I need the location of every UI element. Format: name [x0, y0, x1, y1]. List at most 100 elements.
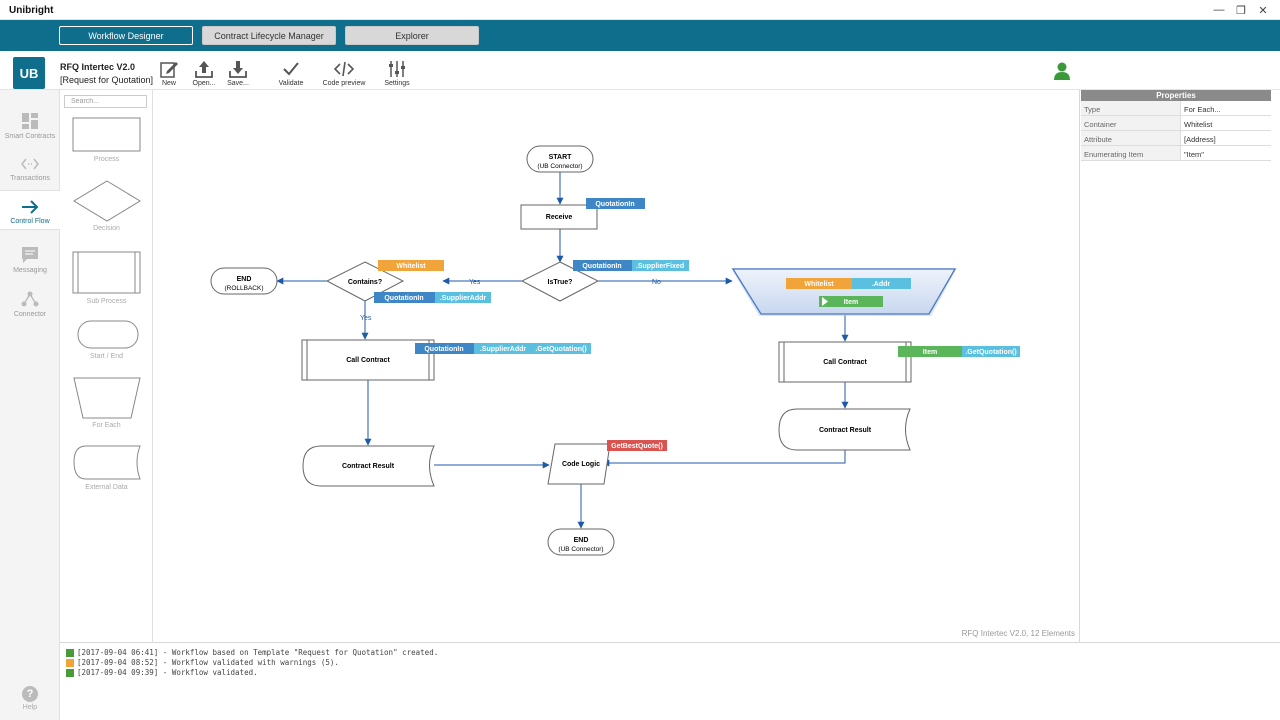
toolbar: UB RFQ Intertec V2.0 [Request for Quotat… — [0, 51, 1280, 90]
end-rollback-node[interactable]: END (ROLLBACK) — [210, 267, 278, 295]
edge-label-yes-istrue: Yes — [469, 279, 481, 286]
help-button[interactable]: ? Help — [20, 686, 40, 711]
project-template: [Request for Quotation] — [60, 75, 154, 85]
palette-item-start-end[interactable]: Start / End — [60, 320, 153, 360]
end-rollback-label: END — [237, 276, 252, 283]
validate-label: Validate — [278, 80, 304, 87]
palette-item-external-data[interactable]: External Data — [60, 445, 153, 491]
edge-label-yes-contains: Yes — [360, 315, 372, 322]
window-controls: — ❐ ✕ — [1210, 2, 1272, 18]
restore-icon[interactable]: ❐ — [1232, 2, 1250, 18]
tag-supplier-addr-call[interactable]: .SupplierAddr — [474, 343, 532, 354]
edge-result-codelogic-right — [602, 450, 846, 467]
sidebar-item-transactions[interactable]: Transactions — [0, 156, 60, 182]
new-label: New — [161, 80, 176, 87]
arrows-icon — [21, 158, 39, 170]
save-button[interactable]: Save... — [218, 59, 258, 87]
settings-button[interactable]: Settings — [377, 59, 417, 87]
workflow-canvas[interactable]: Yes Yes No START (UB Connector) Receive … — [153, 90, 1079, 642]
tag-get-best-quote[interactable]: GetBestQuote() — [607, 440, 667, 451]
palette-label-external-data: External Data — [85, 484, 128, 491]
process-shape-icon — [72, 117, 140, 152]
minimize-icon[interactable]: — — [1210, 2, 1228, 18]
tag-get-quotation-right[interactable]: .GetQuotation() — [962, 346, 1020, 357]
receive-label: Receive — [546, 214, 573, 221]
end-rollback-sublabel: (ROLLBACK) — [224, 285, 263, 292]
property-row-type[interactable]: Type For Each... — [1081, 101, 1271, 116]
unibright-logo: UB — [13, 57, 45, 89]
tag-text: .GetQuotation() — [965, 349, 1016, 356]
tab-workflow-designer[interactable]: Workflow Designer — [59, 26, 193, 45]
palette-item-decision[interactable]: Decision — [60, 180, 153, 232]
tag-quotation-in-call[interactable]: QuotationIn — [415, 343, 474, 354]
sidebar-item-connector[interactable]: Connector — [0, 290, 60, 318]
palette-item-for-each[interactable]: For Each — [60, 377, 153, 429]
end-ub-node[interactable]: END (UB Connector) — [547, 528, 615, 556]
arrow-right-icon — [22, 200, 39, 214]
warning-status-icon — [66, 658, 74, 667]
call-contract-right-node[interactable]: Call Contract — [778, 341, 912, 383]
code-logic-node[interactable]: Code Logic — [547, 443, 611, 485]
property-value[interactable]: Whitelist — [1181, 116, 1271, 130]
sidebar-item-control-flow[interactable]: Control Flow — [0, 190, 60, 230]
tag-quotation-in-istrue[interactable]: QuotationIn — [573, 260, 632, 271]
tab-explorer[interactable]: Explorer — [345, 26, 479, 45]
tag-quotation-in-contains[interactable]: QuotationIn — [374, 292, 435, 303]
sidebar-item-messaging[interactable]: Messaging — [0, 246, 60, 274]
user-icon[interactable] — [1052, 61, 1072, 81]
new-icon — [160, 62, 178, 78]
success-status-icon — [66, 668, 74, 677]
palette-item-process[interactable]: Process — [60, 117, 153, 163]
tag-item-foreach[interactable]: Item — [819, 296, 883, 307]
tag-text: .SupplierAddr — [480, 346, 527, 353]
checkmark-icon — [283, 62, 299, 76]
mode-bar: Workflow Designer Contract Lifecycle Man… — [0, 20, 1280, 51]
property-row-attribute[interactable]: Attribute [Address] — [1081, 131, 1271, 146]
tag-addr-foreach[interactable]: .Addr — [852, 278, 911, 289]
property-value[interactable]: For Each... — [1181, 101, 1271, 115]
help-label: Help — [22, 704, 38, 711]
property-value[interactable]: "Item" — [1181, 146, 1271, 160]
tag-whitelist-foreach[interactable]: Whitelist — [786, 278, 852, 289]
palette-label-decision: Decision — [93, 225, 120, 232]
tab-contract-lifecycle-manager[interactable]: Contract Lifecycle Manager — [202, 26, 336, 45]
sidebar-label-messaging: Messaging — [13, 267, 47, 274]
code-preview-label: Code preview — [322, 80, 366, 87]
property-key: Attribute — [1081, 131, 1181, 145]
validate-button[interactable]: Validate — [271, 59, 311, 87]
tag-supplier-fixed[interactable]: .SupplierFixed — [632, 260, 689, 271]
sub-process-shape-icon — [72, 251, 140, 294]
property-row-enumerating-item[interactable]: Enumerating Item "Item" — [1081, 146, 1271, 161]
istrue-label: IsTrue? — [548, 279, 573, 286]
tag-supplier-addr-contains[interactable]: .SupplierAddr — [435, 292, 491, 303]
for-each-node[interactable] — [731, 268, 957, 316]
contract-result-left-node[interactable]: Contract Result — [302, 445, 435, 487]
tag-text: Whitelist — [804, 281, 834, 288]
sidebar-item-smart-contracts[interactable]: Smart Contracts — [0, 112, 60, 140]
tag-text: GetBestQuote() — [611, 443, 663, 450]
property-row-container[interactable]: Container Whitelist — [1081, 116, 1271, 131]
tag-text: .Addr — [872, 281, 891, 288]
call-contract-left-node[interactable]: Call Contract — [301, 339, 435, 381]
log-text: [2017-09-04 09:39] - Workflow validated. — [77, 668, 258, 677]
element-palette: Process Decision Sub Process Start / End… — [60, 90, 153, 642]
palette-label-sub-process: Sub Process — [86, 298, 127, 305]
contract-result-right-node[interactable]: Contract Result — [778, 408, 911, 451]
tag-text: QuotationIn — [595, 201, 634, 208]
new-button[interactable]: New — [149, 59, 189, 87]
code-logic-label: Code Logic — [562, 461, 600, 468]
palette-item-sub-process[interactable]: Sub Process — [60, 251, 153, 305]
tag-quotation-in-receive[interactable]: QuotationIn — [586, 198, 645, 209]
start-node[interactable]: START (UB Connector) — [526, 145, 594, 173]
palette-search-input[interactable] — [64, 95, 147, 108]
close-icon[interactable]: ✕ — [1254, 2, 1272, 18]
tag-get-quotation-left[interactable]: .GetQuotation() — [532, 343, 591, 354]
success-status-icon — [66, 648, 74, 657]
property-value[interactable]: [Address] — [1181, 131, 1271, 145]
palette-label-start-end: Start / End — [89, 353, 124, 360]
code-preview-button[interactable]: Code preview — [322, 59, 366, 87]
tag-whitelist-contains[interactable]: Whitelist — [378, 260, 444, 271]
tag-item-call[interactable]: Item — [898, 346, 962, 357]
tag-text: Item — [844, 299, 858, 306]
receive-node[interactable]: Receive — [520, 204, 598, 230]
